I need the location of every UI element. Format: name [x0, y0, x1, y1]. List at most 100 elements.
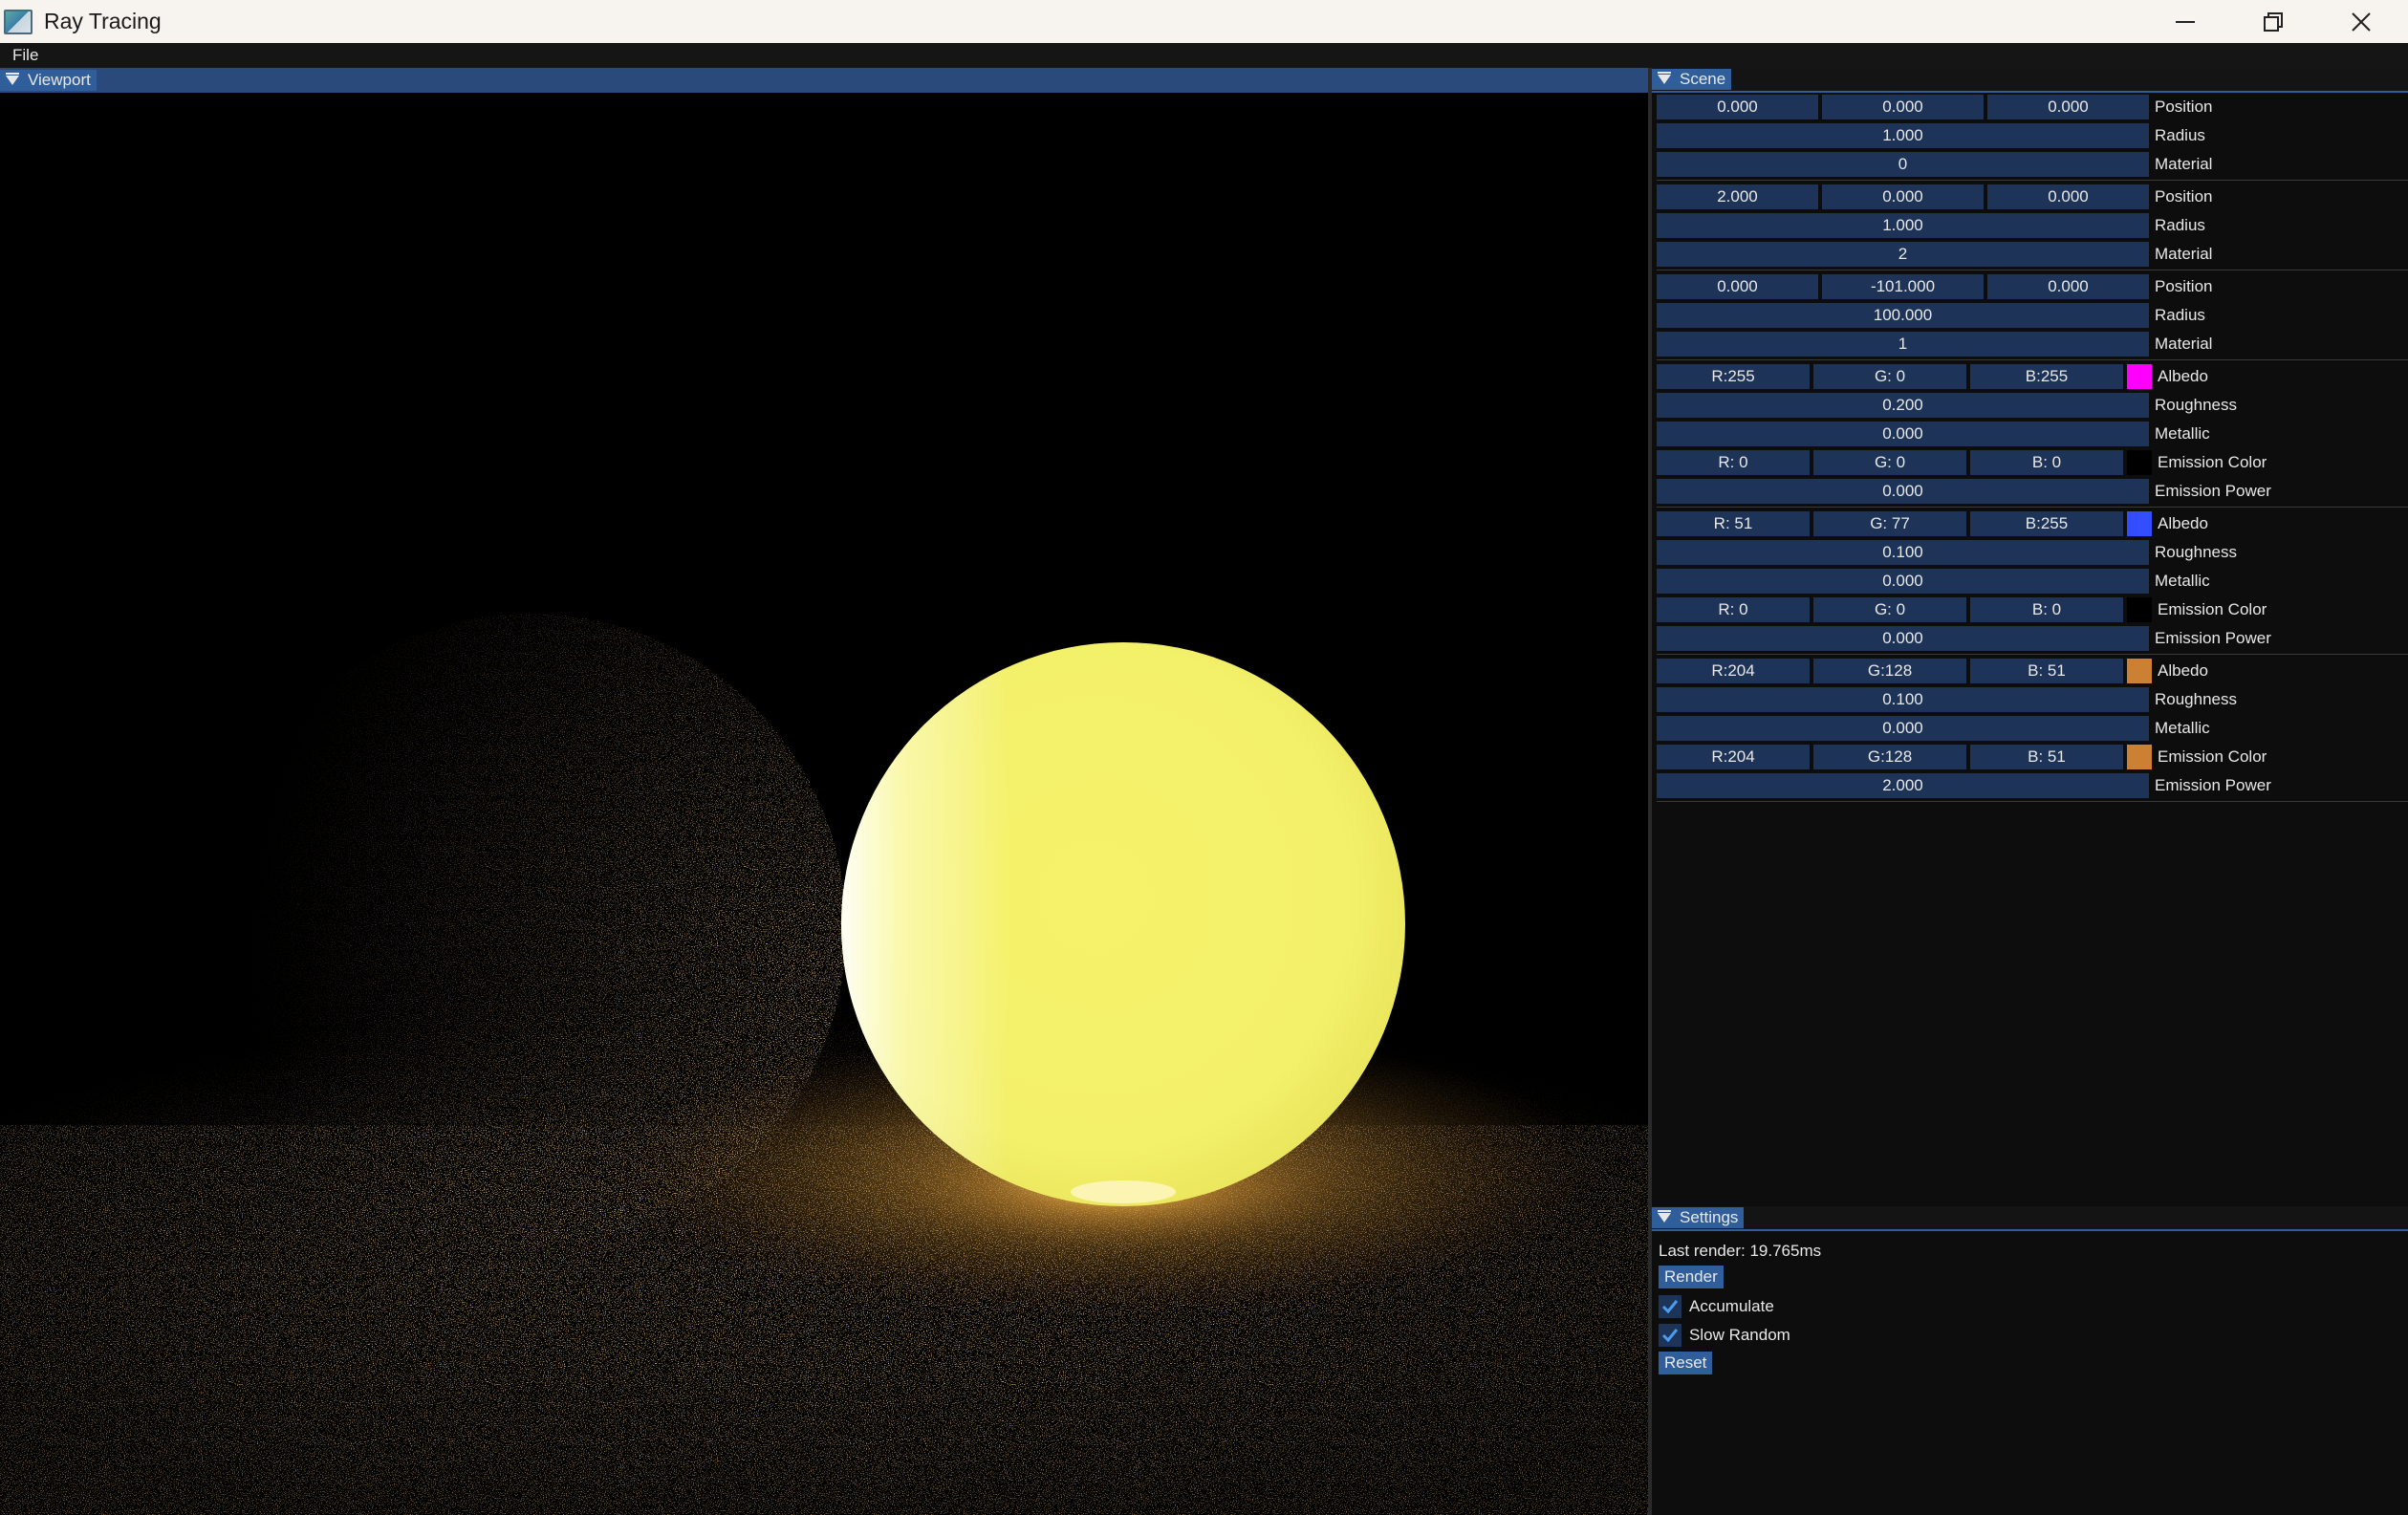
emission-r-field[interactable]: R: 0 [1657, 450, 1810, 475]
emission-b-field[interactable]: B: 0 [1970, 450, 2123, 475]
app-window-icon [4, 9, 33, 34]
material-field[interactable]: 2 [1657, 242, 2149, 267]
minimize-icon [2176, 20, 2195, 23]
albedo-color-swatch[interactable] [2127, 511, 2152, 536]
slow-random-checkbox[interactable] [1659, 1324, 1681, 1347]
emission-r-field[interactable]: R: 0 [1657, 597, 1810, 622]
emission-g-field[interactable]: G:128 [1813, 745, 1966, 769]
emission-color-swatch[interactable] [2127, 450, 2152, 475]
position-y-field[interactable]: -101.000 [1822, 274, 1984, 299]
scene-tabbar: Scene [1652, 68, 2408, 93]
albedo-label: Albedo [2158, 514, 2208, 532]
emission-color-swatch[interactable] [2127, 745, 2152, 769]
albedo-r-field[interactable]: R:204 [1657, 659, 1810, 683]
metallic-field[interactable]: 0.000 [1657, 422, 2149, 446]
restore-button[interactable] [2230, 0, 2316, 43]
roughness-row: 0.100 Roughness [1657, 685, 2408, 714]
albedo-b-field[interactable]: B:255 [1970, 511, 2123, 536]
albedo-r-field[interactable]: R: 51 [1657, 511, 1810, 536]
accumulate-checkbox[interactable] [1659, 1295, 1681, 1318]
accumulate-option[interactable]: Accumulate [1659, 1292, 2408, 1321]
albedo-row: R: 51 G: 77 B:255 Albedo [1657, 509, 2408, 538]
emission-b-field[interactable]: B: 51 [1970, 745, 2123, 769]
minimize-button[interactable] [2142, 0, 2228, 43]
sphere-group: 0.000 -101.000 0.000 Position 100.000 Ra… [1657, 272, 2408, 360]
material-group: R:255 G: 0 B:255 Albedo 0.200 Roughness … [1657, 362, 2408, 508]
collapse-icon[interactable] [1658, 1210, 1671, 1223]
tab-scene-label: Scene [1680, 70, 1726, 88]
position-z-field[interactable]: 0.000 [1987, 274, 2149, 299]
position-label: Position [2155, 187, 2213, 206]
radius-label: Radius [2155, 306, 2205, 324]
metallic-row: 0.000 Metallic [1657, 567, 2408, 595]
collapse-icon[interactable] [1658, 72, 1671, 84]
radius-field[interactable]: 1.000 [1657, 213, 2149, 238]
material-field[interactable]: 0 [1657, 152, 2149, 177]
settings-tabbar: Settings [1652, 1206, 2408, 1231]
metallic-label: Metallic [2155, 719, 2210, 737]
position-y-field[interactable]: 0.000 [1822, 184, 1984, 209]
settings-panel: Last render: 19.765ms Render Accumulate … [1652, 1231, 2408, 1515]
close-icon [2352, 11, 2371, 32]
window-titlebar: Ray Tracing [0, 0, 2408, 43]
collapse-icon[interactable] [6, 73, 19, 85]
roughness-label: Roughness [2155, 543, 2238, 561]
position-label: Position [2155, 97, 2213, 116]
emission-power-field[interactable]: 0.000 [1657, 626, 2149, 651]
emission-power-label: Emission Power [2155, 482, 2271, 500]
metallic-field[interactable]: 0.000 [1657, 716, 2149, 741]
position-x-field[interactable]: 0.000 [1657, 274, 1818, 299]
radius-label: Radius [2155, 216, 2205, 234]
roughness-row: 0.100 Roughness [1657, 538, 2408, 567]
albedo-b-field[interactable]: B: 51 [1970, 659, 2123, 683]
close-button[interactable] [2318, 0, 2404, 43]
emission-power-field[interactable]: 2.000 [1657, 773, 2149, 798]
tab-settings[interactable]: Settings [1652, 1207, 1745, 1228]
render-viewport[interactable] [0, 93, 1648, 1515]
roughness-field[interactable]: 0.100 [1657, 540, 2149, 565]
position-x-field[interactable]: 0.000 [1657, 95, 1818, 119]
emission-g-field[interactable]: G: 0 [1813, 597, 1966, 622]
radius-field[interactable]: 1.000 [1657, 123, 2149, 148]
metallic-label: Metallic [2155, 572, 2210, 590]
emission-r-field[interactable]: R:204 [1657, 745, 1810, 769]
radius-row: 1.000 Radius [1657, 211, 2408, 240]
emission-color-row: R: 0 G: 0 B: 0 Emission Color [1657, 448, 2408, 477]
emission-color-swatch[interactable] [2127, 597, 2152, 622]
roughness-field[interactable]: 0.200 [1657, 393, 2149, 418]
render-button[interactable]: Render [1659, 1266, 1724, 1288]
menu-file[interactable]: File [0, 46, 51, 65]
position-z-field[interactable]: 0.000 [1987, 95, 2149, 119]
position-x-field[interactable]: 2.000 [1657, 184, 1818, 209]
position-z-field[interactable]: 0.000 [1987, 184, 2149, 209]
emission-b-field[interactable]: B: 0 [1970, 597, 2123, 622]
albedo-color-swatch[interactable] [2127, 659, 2152, 683]
albedo-color-swatch[interactable] [2127, 364, 2152, 389]
emission-color-label: Emission Color [2158, 453, 2267, 471]
position-row: 0.000 0.000 0.000 Position [1657, 93, 2408, 121]
position-row: 0.000 -101.000 0.000 Position [1657, 272, 2408, 301]
radius-field[interactable]: 100.000 [1657, 303, 2149, 328]
radius-row: 1.000 Radius [1657, 121, 2408, 150]
albedo-g-field[interactable]: G: 77 [1813, 511, 1966, 536]
radius-row: 100.000 Radius [1657, 301, 2408, 330]
emission-g-field[interactable]: G: 0 [1813, 450, 1966, 475]
slow-random-option[interactable]: Slow Random [1659, 1321, 2408, 1350]
emission-power-field[interactable]: 0.000 [1657, 479, 2149, 504]
roughness-field[interactable]: 0.100 [1657, 687, 2149, 712]
checkmark-icon [1661, 1329, 1679, 1343]
metallic-field[interactable]: 0.000 [1657, 569, 2149, 594]
tab-viewport[interactable]: Viewport [0, 70, 97, 91]
position-y-field[interactable]: 0.000 [1822, 95, 1984, 119]
tab-scene[interactable]: Scene [1652, 69, 1732, 90]
restore-icon [2264, 11, 2283, 32]
reset-button[interactable]: Reset [1659, 1352, 1713, 1374]
material-label: Material [2155, 245, 2213, 263]
scene-panel: 0.000 0.000 0.000 Position 1.000 Radius … [1652, 93, 2408, 1204]
material-field[interactable]: 1 [1657, 332, 2149, 357]
albedo-g-field[interactable]: G:128 [1813, 659, 1966, 683]
albedo-b-field[interactable]: B:255 [1970, 364, 2123, 389]
material-row: 1 Material [1657, 330, 2408, 358]
albedo-g-field[interactable]: G: 0 [1813, 364, 1966, 389]
albedo-r-field[interactable]: R:255 [1657, 364, 1810, 389]
